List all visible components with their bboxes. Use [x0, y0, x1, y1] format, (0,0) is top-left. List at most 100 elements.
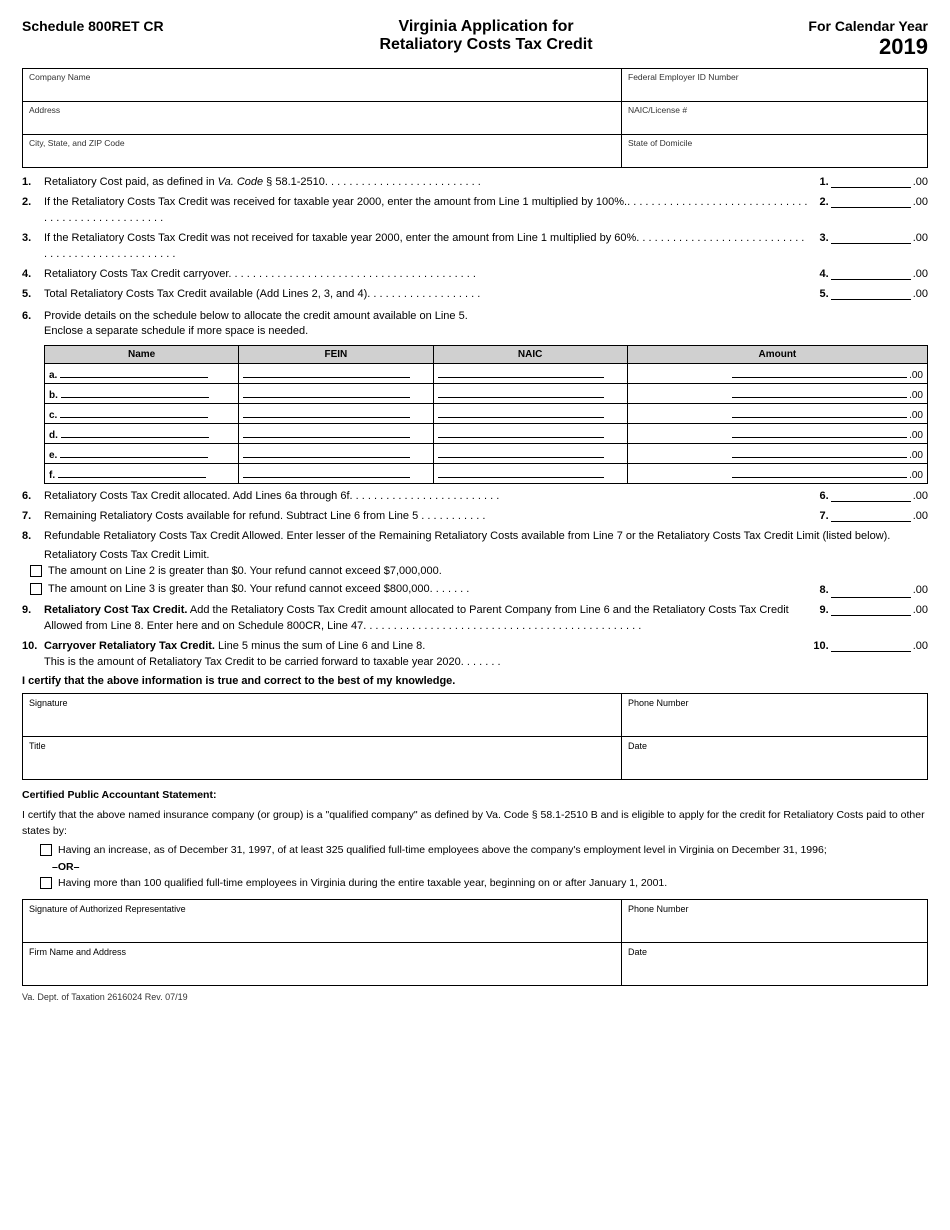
naic-cell: NAIC/License #: [622, 102, 927, 134]
line-3-text: If the Retaliatory Costs Tax Credit was …: [44, 231, 808, 262]
table-cell-fein-5[interactable]: [239, 463, 433, 483]
line-1-input[interactable]: [831, 175, 911, 188]
row-letter-2: c.: [49, 410, 57, 421]
line-6b-text: Retaliatory Costs Tax Credit allocated. …: [44, 489, 808, 504]
line-5-input[interactable]: [831, 287, 911, 300]
cpa-checkbox-1-text: Having an increase, as of December 31, 1…: [58, 843, 827, 858]
line-4-cents: .00: [913, 268, 928, 280]
table-cell-fein-1[interactable]: [239, 383, 433, 403]
cpa-checkbox-2-text: Having more than 100 qualified full-time…: [58, 876, 667, 891]
firm-input[interactable]: [29, 957, 615, 981]
line-9-input[interactable]: [831, 603, 911, 616]
form-row-company: Company Name Federal Employer ID Number: [23, 69, 927, 102]
naic-value[interactable]: [628, 115, 921, 131]
cpa-checkbox-2[interactable]: Having more than 100 qualified full-time…: [40, 876, 928, 891]
cpa-checkbox-1[interactable]: Having an increase, as of December 31, 1…: [40, 843, 928, 858]
table-cell-naic-4[interactable]: [433, 443, 627, 463]
table-cell-name-1[interactable]: b.: [45, 383, 239, 403]
auth-date-input[interactable]: [628, 957, 921, 981]
line-5-text: Total Retaliatory Costs Tax Credit avail…: [44, 287, 808, 302]
signature-input[interactable]: [29, 708, 615, 732]
line-6-allocated: 6. Retaliatory Costs Tax Credit allocate…: [22, 488, 928, 505]
lines-1-5: 1. Retaliatory Cost paid, as defined in …: [22, 174, 928, 304]
tax-year: 2019: [808, 34, 928, 60]
table-cell-fein-2[interactable]: [239, 403, 433, 423]
table-cell-amount-0[interactable]: .00: [627, 363, 927, 383]
line-6b-input[interactable]: [831, 489, 911, 502]
certify-statement: I certify that the above information is …: [22, 675, 928, 687]
line-2-input[interactable]: [831, 195, 911, 208]
table-cell-name-2[interactable]: c.: [45, 403, 239, 423]
line-10-num: 10.: [22, 639, 44, 652]
table-cell-amount-4[interactable]: .00: [627, 443, 927, 463]
line-8-cents: .00: [913, 583, 928, 598]
row-letter-0: a.: [49, 370, 57, 381]
line-3-result-num: 3.: [820, 232, 829, 244]
row-letter-1: b.: [49, 390, 58, 401]
table-cell-name-3[interactable]: d.: [45, 423, 239, 443]
title-cell: Title: [23, 737, 622, 779]
table-cell-naic-3[interactable]: [433, 423, 627, 443]
line-4-input[interactable]: [831, 267, 911, 280]
line-8-input[interactable]: [831, 582, 911, 598]
federal-employer-value[interactable]: [628, 82, 921, 98]
checkbox-1-box[interactable]: [30, 565, 42, 577]
auth-sig-cell: Signature of Authorized Representative: [23, 900, 622, 942]
domicile-value[interactable]: [628, 148, 921, 164]
cpa-or-label: –OR–: [52, 861, 928, 873]
line-7: 7. Remaining Retaliatory Costs available…: [22, 508, 928, 525]
table-cell-amount-2[interactable]: .00: [627, 403, 927, 423]
cpa-checkbox-1-box[interactable]: [40, 844, 52, 856]
row-letter-3: d.: [49, 430, 58, 441]
line-3-input[interactable]: [831, 231, 911, 244]
line-10-result-num: 10.: [813, 640, 828, 652]
table-cell-amount-1[interactable]: .00: [627, 383, 927, 403]
table-cell-name-4[interactable]: e.: [45, 443, 239, 463]
table-cell-naic-2[interactable]: [433, 403, 627, 423]
table-cell-amount-3[interactable]: .00: [627, 423, 927, 443]
company-name-value[interactable]: [29, 82, 615, 98]
table-cell-naic-1[interactable]: [433, 383, 627, 403]
line-3-num: 3.: [22, 231, 44, 244]
line-9-result: 9. .00: [808, 603, 928, 616]
table-cell-name-5[interactable]: f.: [45, 463, 239, 483]
line-7-text: Remaining Retaliatory Costs available fo…: [44, 509, 808, 524]
date-input[interactable]: [628, 751, 921, 775]
line-6b-num: 6.: [22, 489, 44, 502]
row-letter-4: e.: [49, 450, 57, 461]
table-cell-naic-0[interactable]: [433, 363, 627, 383]
firm-label: Firm Name and Address: [29, 947, 615, 957]
checkbox-2-box[interactable]: [30, 583, 42, 595]
table-cell-fein-3[interactable]: [239, 423, 433, 443]
certify-text: I certify that the above information is …: [22, 675, 455, 687]
naic-label: NAIC/License #: [628, 105, 921, 115]
title-label: Title: [29, 741, 615, 751]
line-9-text: Retaliatory Cost Tax Credit. Add the Ret…: [44, 603, 808, 634]
table-cell-naic-5[interactable]: [433, 463, 627, 483]
phone-label: Phone Number: [628, 698, 921, 708]
city-label: City, State, and ZIP Code: [29, 138, 615, 148]
line-6-num: 6.: [22, 309, 44, 322]
title-line2: Retaliatory Costs Tax Credit: [164, 36, 809, 54]
phone-input[interactable]: [628, 708, 921, 732]
line-7-input[interactable]: [831, 509, 911, 522]
table-cell-fein-0[interactable]: [239, 363, 433, 383]
city-value[interactable]: [29, 148, 615, 164]
auth-phone-input[interactable]: [628, 914, 921, 938]
address-value[interactable]: [29, 115, 615, 131]
auth-sig-input[interactable]: [29, 914, 615, 938]
row-letter-5: f.: [49, 470, 55, 481]
table-cell-name-0[interactable]: a.: [45, 363, 239, 383]
line-8-checkbox-2[interactable]: The amount on Line 3 is greater than $0.…: [30, 582, 928, 598]
title-input[interactable]: [29, 751, 615, 775]
line-2-result-num: 2.: [820, 196, 829, 208]
cpa-section: Certified Public Accountant Statement: I…: [22, 788, 928, 891]
cpa-checkbox-2-box[interactable]: [40, 877, 52, 889]
line-8-checkbox-1[interactable]: The amount on Line 2 is greater than $0.…: [30, 564, 928, 579]
auth-row-2: Firm Name and Address Date: [23, 943, 927, 985]
line-10-input[interactable]: [831, 639, 911, 652]
line-8-sublabel: Retaliatory Costs Tax Credit Limit.: [44, 549, 928, 561]
table-cell-fein-4[interactable]: [239, 443, 433, 463]
auth-row-1: Signature of Authorized Representative P…: [23, 900, 927, 943]
table-cell-amount-5[interactable]: .00: [627, 463, 927, 483]
